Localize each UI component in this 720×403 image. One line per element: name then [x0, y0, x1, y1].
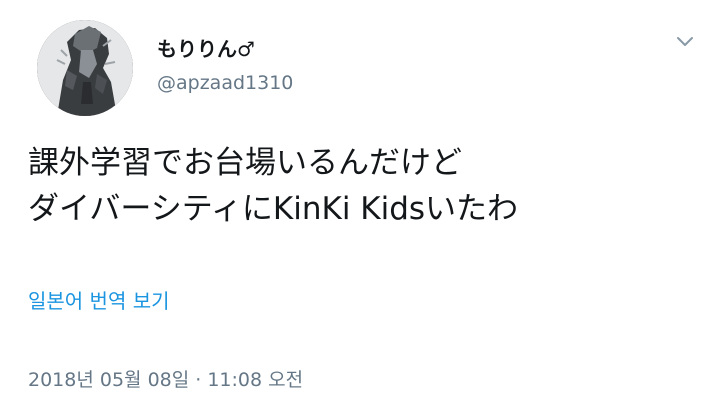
tweet-card: もりりん♂ @apzaad1310 課外学習でお台場いるんだけど ダイバーシティ…: [0, 0, 720, 403]
display-name[interactable]: もりりん♂: [157, 36, 255, 62]
chevron-down-icon: [677, 37, 693, 46]
tweet-text-line: 課外学習でお台場いるんだけど: [28, 145, 462, 181]
tweet-timestamp[interactable]: 2018년 05월 08일 · 11:08 오전: [28, 366, 303, 394]
tweet-menu-button[interactable]: [674, 30, 696, 52]
avatar[interactable]: [37, 20, 133, 116]
avatar-image: [37, 20, 133, 116]
tweet-text: 課外学習でお台場いるんだけど ダイバーシティにKinKi Kidsいたわ: [28, 140, 688, 232]
user-handle[interactable]: @apzaad1310: [157, 70, 293, 96]
translate-tweet-link[interactable]: 일본어 번역 보기: [28, 287, 170, 315]
tweet-text-line: ダイバーシティにKinKi Kidsいたわ: [28, 191, 519, 227]
